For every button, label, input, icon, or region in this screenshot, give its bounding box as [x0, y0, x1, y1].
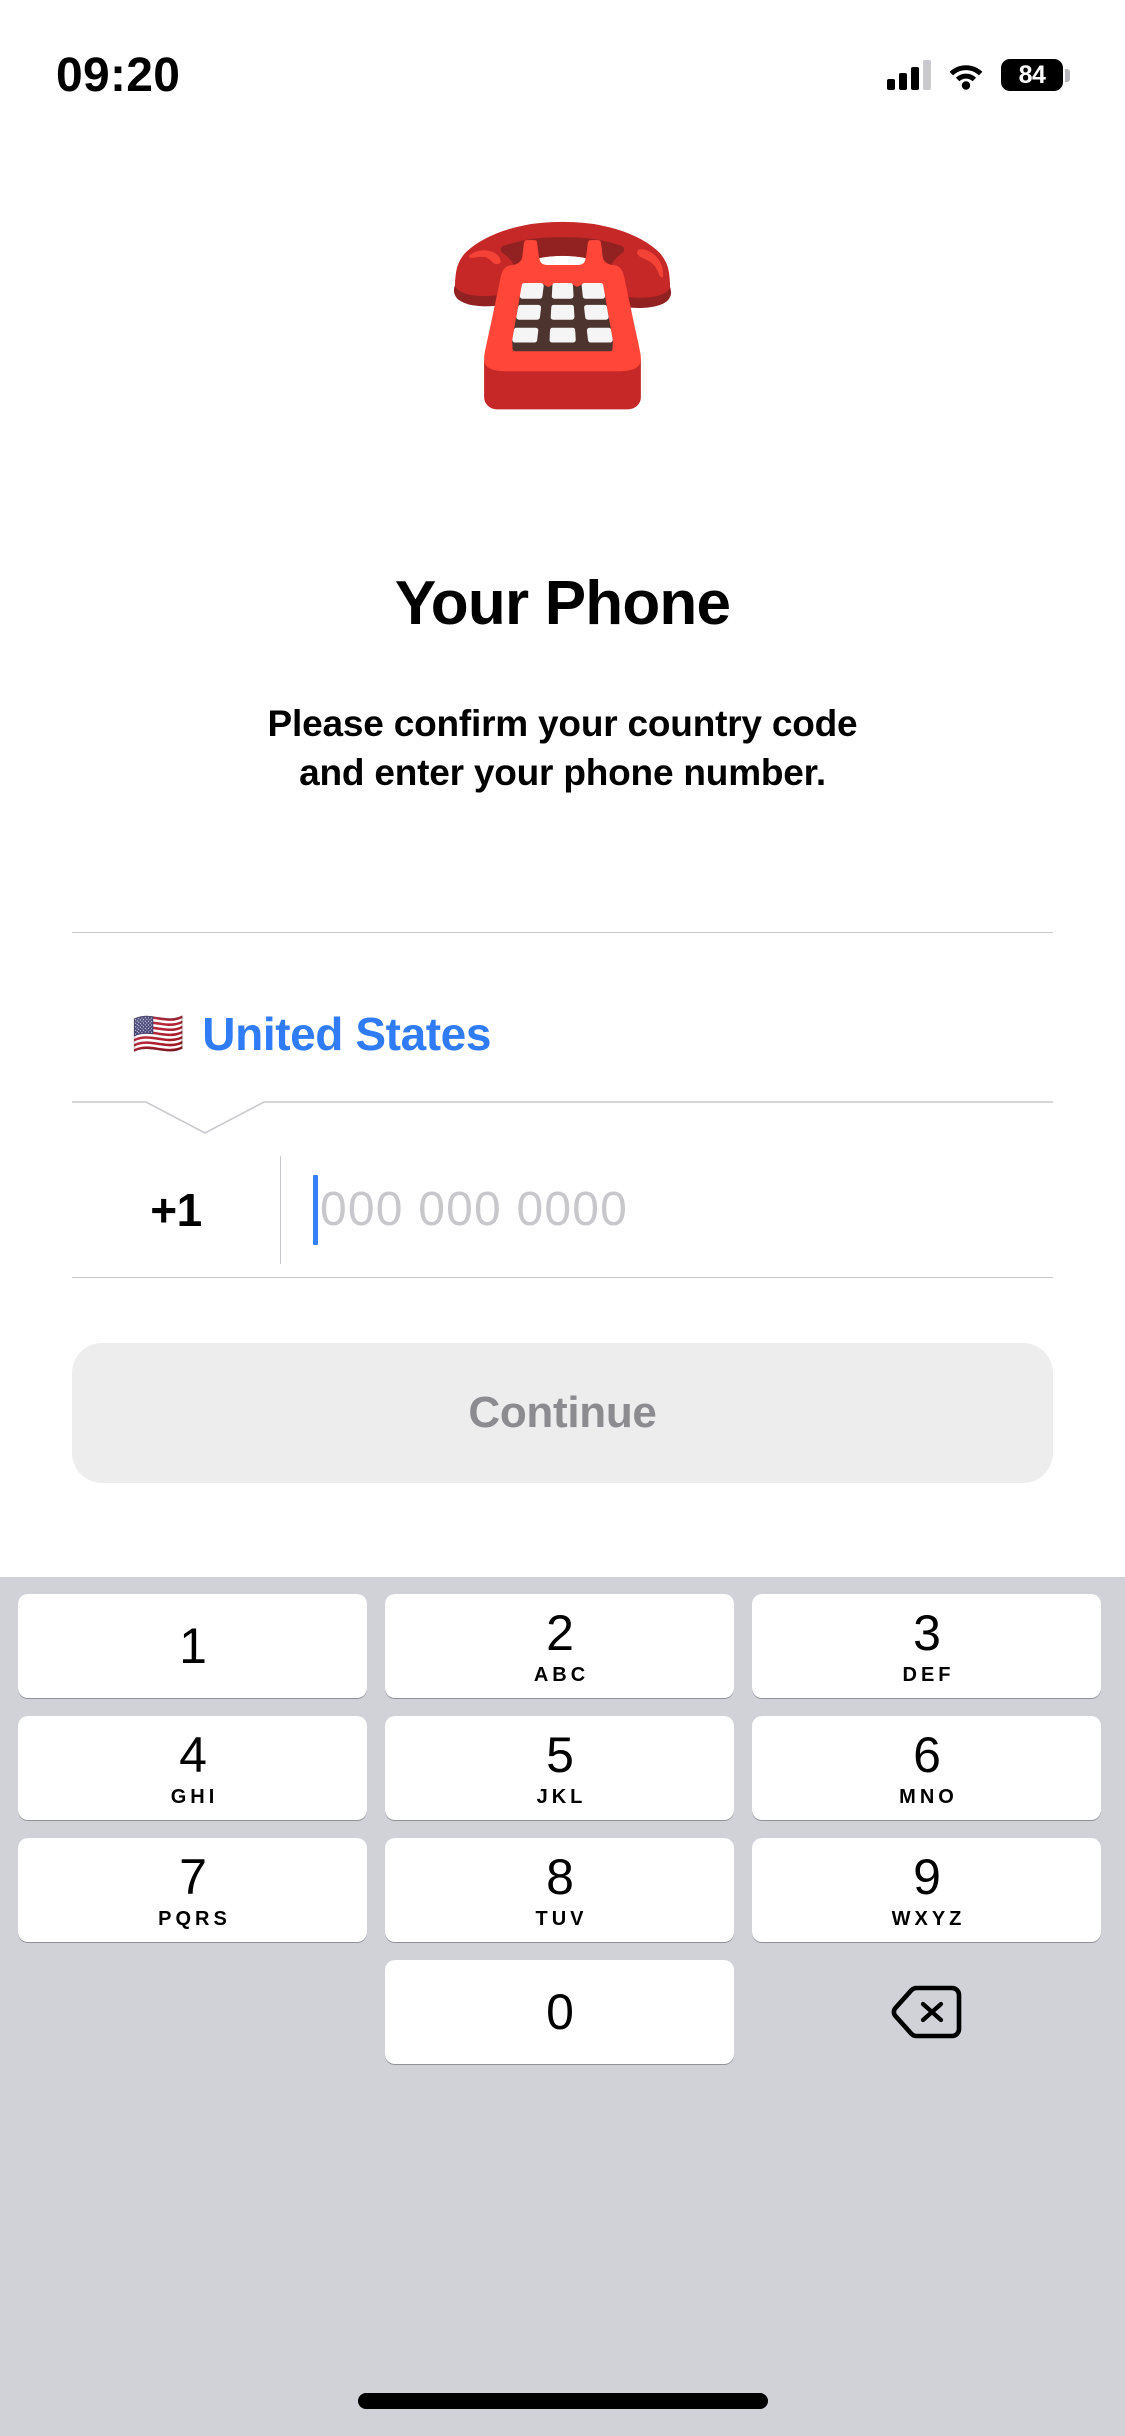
keypad-key-letters: MNO: [899, 1785, 958, 1808]
keypad-key-digit: 7: [179, 1848, 207, 1905]
home-indicator[interactable]: [357, 2393, 768, 2409]
wifi-icon: [949, 65, 983, 90]
phone-screen: 09:20 84 ☎️ Your Phone Please confirm yo…: [0, 0, 1125, 2436]
keypad-key-letters: GHI: [170, 1785, 219, 1808]
keypad-key-4[interactable]: 4 GHI: [18, 1716, 367, 1820]
text-caret: [313, 1174, 318, 1245]
country-name-label: United States: [202, 1008, 492, 1060]
keypad-key-letters: DEF: [902, 1663, 955, 1686]
keypad-row-2: 4 GHI 5 JKL 6 MNO: [18, 1716, 1107, 1820]
keypad-key-0[interactable]: 0: [385, 1960, 734, 2064]
page-subtitle: Please confirm your country code and ent…: [0, 700, 1125, 798]
form-divider-bottom: [72, 1277, 1053, 1278]
battery-percentage: 84: [1018, 60, 1046, 89]
backspace-delete-icon: [891, 1985, 961, 2039]
keypad-key-6[interactable]: 6 MNO: [752, 1716, 1101, 1820]
keypad-key-2[interactable]: 2 ABC: [385, 1594, 734, 1698]
keypad-key-letters: PQRS: [158, 1907, 231, 1930]
keypad-key-digit: 1: [179, 1618, 207, 1674]
united-states-flag-icon: 🇺🇸: [132, 1009, 185, 1058]
keypad-row-4: 0: [18, 1960, 1107, 2064]
keypad-key-letters: TUV: [535, 1907, 588, 1930]
form-divider-top: [72, 932, 1053, 933]
keypad-key-9[interactable]: 9 WXYZ: [752, 1838, 1101, 1942]
keypad-key-digit: 8: [546, 1848, 574, 1905]
page-subtitle-line-1: Please confirm your country code: [267, 703, 858, 744]
phone-number-input[interactable]: 000 000 0000: [281, 1142, 1053, 1277]
keypad-key-7[interactable]: 7 PQRS: [18, 1838, 367, 1942]
keypad-key-digit: 0: [546, 1984, 574, 2040]
telephone-emoji: ☎️: [444, 194, 681, 415]
keypad-key-digit: 9: [913, 1848, 941, 1905]
keypad-key-delete[interactable]: [752, 1960, 1101, 2064]
country-selector-notch-divider: [72, 1092, 1053, 1142]
keypad-key-8[interactable]: 8 TUV: [385, 1838, 734, 1942]
continue-button[interactable]: Continue: [72, 1343, 1053, 1483]
battery-cap: [1065, 69, 1070, 82]
battery-icon: 84: [1001, 59, 1070, 91]
keypad-key-digit: 6: [913, 1726, 941, 1783]
country-selector[interactable]: 🇺🇸 United States: [72, 975, 1053, 1093]
keypad-key-digit: 5: [546, 1726, 574, 1783]
continue-button-label: Continue: [468, 1388, 657, 1437]
status-bar: 09:20 84: [0, 0, 1125, 132]
keypad-key-letters: ABC: [533, 1663, 590, 1686]
keypad-key-3[interactable]: 3 DEF: [752, 1594, 1101, 1698]
keypad-key-digit: 2: [546, 1604, 574, 1661]
phone-number-row[interactable]: +1 000 000 0000: [72, 1142, 1053, 1277]
phone-number-placeholder: 000 000 0000: [320, 1183, 629, 1236]
keypad-key-letters: JKL: [536, 1785, 587, 1808]
status-bar-indicators: 84: [887, 59, 1070, 91]
keypad-key-digit: 4: [179, 1726, 207, 1783]
keypad-key-digit: 3: [913, 1604, 941, 1661]
dial-code-label: +1: [150, 1183, 202, 1236]
keypad-row-1: 1 2 ABC 3 DEF: [18, 1594, 1107, 1698]
keypad-spacer: [18, 1960, 367, 2064]
numeric-keypad: 1 2 ABC 3 DEF 4 GHI 5 JKL 6 MNO 7 PQRS 8…: [0, 1577, 1125, 2436]
keypad-key-letters: WXYZ: [891, 1907, 966, 1930]
cellular-signal-icon: [887, 60, 931, 90]
keypad-key-1[interactable]: 1: [18, 1594, 367, 1698]
page-subtitle-line-2: and enter your phone number.: [299, 751, 826, 793]
keypad-row-3: 7 PQRS 8 TUV 9 WXYZ: [18, 1838, 1107, 1942]
status-bar-time: 09:20: [56, 48, 181, 102]
keypad-key-5[interactable]: 5 JKL: [385, 1716, 734, 1820]
page-title: Your Phone: [394, 569, 731, 638]
